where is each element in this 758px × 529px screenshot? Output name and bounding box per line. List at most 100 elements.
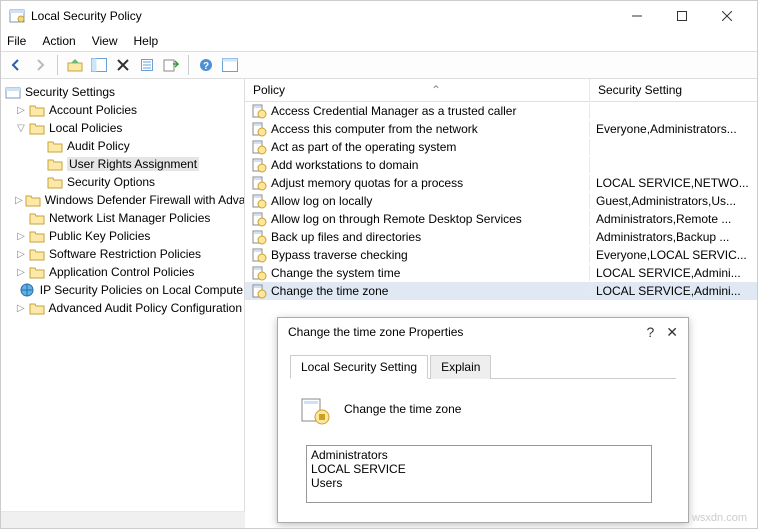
window-title: Local Security Policy [31, 9, 142, 23]
folder-icon [29, 103, 49, 117]
expander-icon [33, 177, 45, 188]
export-button[interactable] [160, 54, 182, 76]
table-row[interactable]: Act as part of the operating system [245, 138, 757, 156]
security-value: Administrators,Remote ... [590, 212, 757, 226]
menu-action[interactable]: Action [42, 34, 75, 48]
policy-icon [251, 175, 267, 191]
table-row[interactable] [245, 300, 757, 318]
policy-label: Allow log on locally [271, 194, 372, 208]
properties-button[interactable] [136, 54, 158, 76]
maximize-button[interactable] [659, 1, 704, 31]
policy-large-icon [298, 393, 330, 425]
refresh-button[interactable] [219, 54, 241, 76]
policy-icon [251, 139, 267, 155]
menu-file[interactable]: File [7, 34, 26, 48]
table-row[interactable]: Change the time zone LOCAL SERVICE,Admini… [245, 282, 757, 300]
expander-icon[interactable]: ▷ [15, 267, 27, 278]
horizontal-scrollbar[interactable] [1, 511, 245, 528]
tree-local-policies[interactable]: ▽ Local Policies [3, 119, 242, 137]
table-row[interactable]: Access Credential Manager as a trusted c… [245, 102, 757, 120]
expander-icon[interactable]: ▷ [15, 231, 27, 242]
menu-view[interactable]: View [92, 34, 118, 48]
list-item[interactable]: Users [311, 476, 647, 490]
table-row[interactable]: Bypass traverse checking Everyone,LOCAL S… [245, 246, 757, 264]
policy-label: Change the system time [271, 266, 400, 280]
policy-icon [251, 193, 267, 209]
tree-user-rights[interactable]: User Rights Assignment [3, 155, 242, 173]
dialog-title: Change the time zone Properties [288, 325, 646, 339]
security-value: LOCAL SERVICE,Admini... [590, 284, 757, 298]
table-row[interactable]: Adjust memory quotas for a processLOCAL … [245, 174, 757, 192]
policy-icon [251, 157, 267, 173]
members-listbox[interactable]: Administrators LOCAL SERVICE Users [306, 445, 652, 503]
folder-icon [25, 193, 45, 207]
policy-icon [251, 103, 267, 119]
svg-text:?: ? [203, 61, 209, 72]
minimize-button[interactable] [614, 1, 659, 31]
expander-icon[interactable]: ▷ [15, 195, 23, 206]
up-button[interactable] [64, 54, 86, 76]
policy-label: Bypass traverse checking [271, 248, 408, 262]
close-button[interactable] [704, 1, 749, 31]
table-row[interactable]: Back up files and directoriesAdministrat… [245, 228, 757, 246]
table-row[interactable]: Add workstations to domain [245, 156, 757, 174]
delete-button[interactable] [112, 54, 134, 76]
expander-icon[interactable]: ▷ [15, 303, 27, 314]
policy-icon [251, 283, 267, 299]
tree-root[interactable]: Security Settings [3, 83, 242, 101]
dialog-help-button[interactable]: ? [646, 324, 654, 341]
dialog-titlebar: Change the time zone Properties ? ✕ [278, 318, 688, 346]
tree-firewall[interactable]: ▷ Windows Defender Firewall with Adva [3, 191, 242, 209]
tab-local-security[interactable]: Local Security Setting [290, 355, 428, 379]
policy-label: Add workstations to domain [271, 158, 418, 172]
tree-pkp[interactable]: ▷ Public Key Policies [3, 227, 242, 245]
folder-icon [47, 157, 67, 171]
tree-security-options[interactable]: Security Options [3, 173, 242, 191]
folder-icon [29, 247, 49, 261]
separator [188, 55, 189, 75]
expander-icon[interactable]: ▽ [15, 123, 27, 134]
back-button[interactable] [5, 54, 27, 76]
help-button[interactable]: ? [195, 54, 217, 76]
expander-icon[interactable]: ▷ [15, 249, 27, 260]
forward-button[interactable] [29, 54, 51, 76]
toolbar: ? [1, 51, 757, 79]
show-hide-tree-button[interactable] [88, 54, 110, 76]
tree-srp[interactable]: ▷ Software Restriction Policies [3, 245, 242, 263]
tree-acp[interactable]: ▷ Application Control Policies [3, 263, 242, 281]
dialog-tabs: Local Security Setting Explain [290, 354, 676, 379]
security-value: LOCAL SERVICE,NETWO... [590, 176, 757, 190]
titlebar: Local Security Policy [1, 1, 757, 31]
policy-label: Change the time zone [271, 284, 388, 298]
table-row[interactable]: Change the system timeLOCAL SERVICE,Admi… [245, 264, 757, 282]
tree-nlm[interactable]: Network List Manager Policies [3, 209, 242, 227]
tree-account-policies[interactable]: ▷ Account Policies [3, 101, 242, 119]
col-policy-header[interactable]: Policy ⌃ [245, 79, 590, 101]
table-row[interactable]: Allow log on through Remote Desktop Serv… [245, 210, 757, 228]
tab-explain[interactable]: Explain [430, 355, 491, 379]
policy-icon [251, 121, 267, 137]
tree-adv-audit[interactable]: ▷ Advanced Audit Policy Configuration [3, 299, 242, 317]
dialog-body: Local Security Setting Explain Change th… [278, 346, 688, 522]
security-value: Guest,Administrators,Us... [590, 194, 757, 208]
table-row[interactable]: Allow log on locally Guest,Administrators… [245, 192, 757, 210]
policy-label: Access Credential Manager as a trusted c… [271, 104, 516, 118]
dialog-close-button[interactable]: ✕ [666, 324, 678, 341]
list-item[interactable]: Administrators [311, 448, 647, 462]
window-controls [614, 1, 749, 31]
menubar: File Action View Help [1, 31, 757, 51]
col-security-header[interactable]: Security Setting [590, 79, 757, 101]
expander-icon[interactable]: ▷ [15, 105, 27, 116]
tree-pane[interactable]: Security Settings ▷ Account Policies ▽ L… [1, 79, 245, 528]
table-row[interactable]: Access this computer from the networkEve… [245, 120, 757, 138]
tree-ipsec[interactable]: IP Security Policies on Local Compute [3, 281, 242, 299]
app-window: Local Security Policy File Action View H… [0, 0, 758, 529]
sort-indicator-icon: ⌃ [291, 83, 581, 97]
menu-help[interactable]: Help [134, 34, 159, 48]
list-item[interactable]: LOCAL SERVICE [311, 462, 647, 476]
folder-icon [29, 301, 49, 315]
tree-audit-policy[interactable]: Audit Policy [3, 137, 242, 155]
security-value: Everyone,LOCAL SERVIC... [590, 248, 757, 262]
dialog-heading: Change the time zone [344, 402, 461, 416]
tab-content: Change the time zone Administrators LOCA… [290, 379, 676, 517]
